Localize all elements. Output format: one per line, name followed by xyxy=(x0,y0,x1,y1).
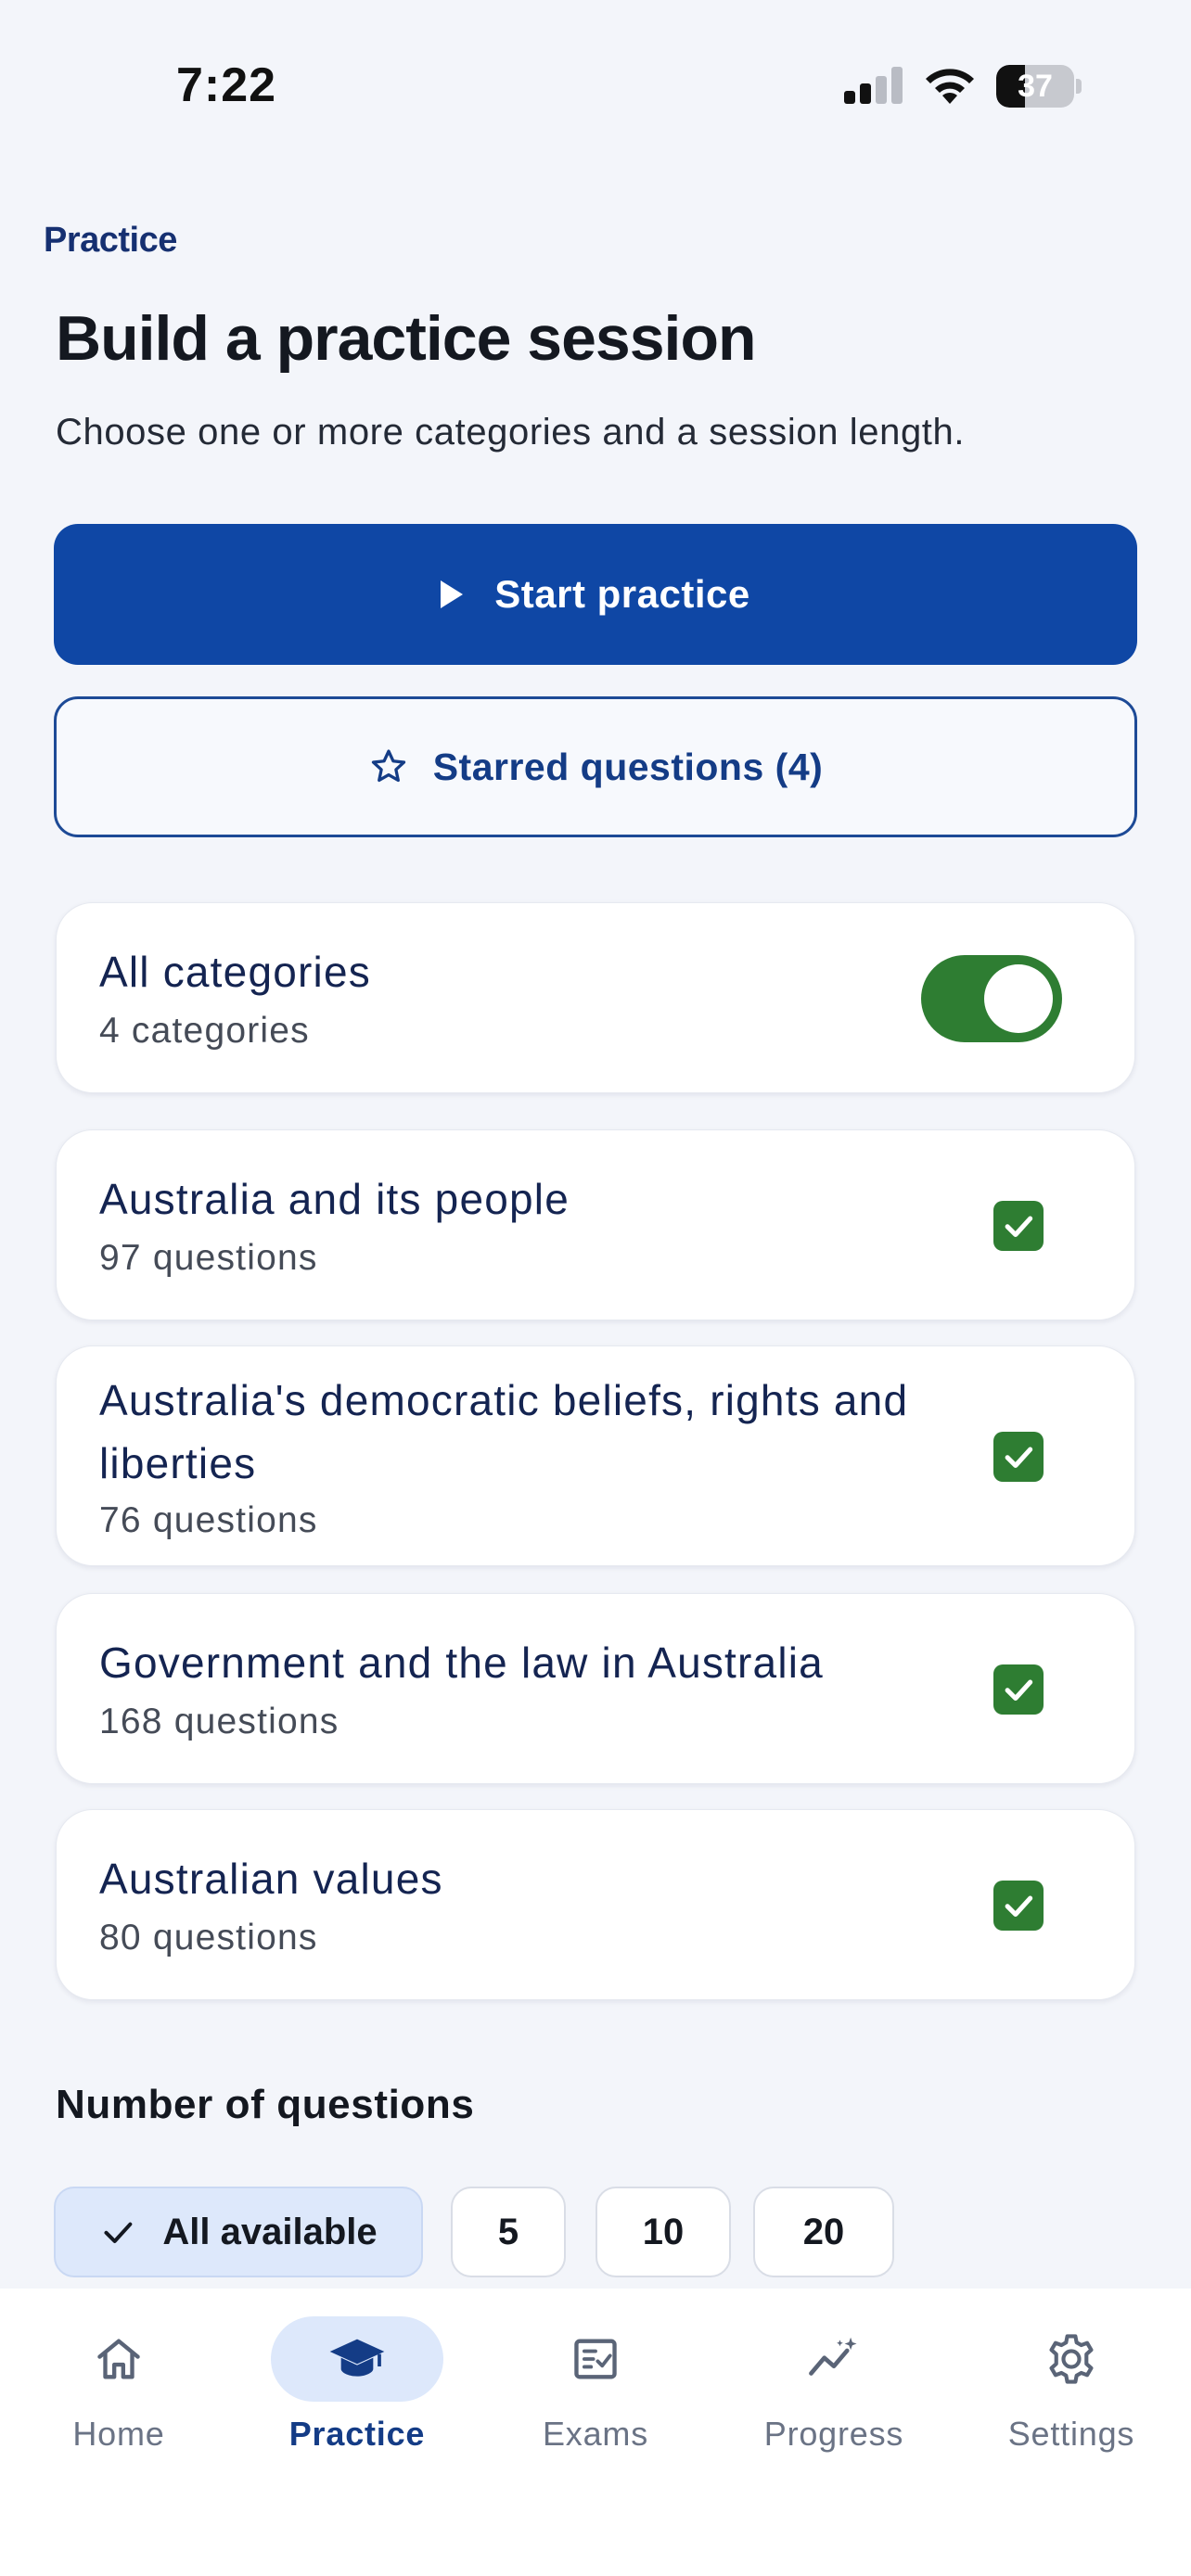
status-time: 7:22 xyxy=(176,58,277,112)
chip-20[interactable]: 20 xyxy=(753,2187,894,2277)
category-question-count: 80 questions xyxy=(99,1918,318,1958)
battery-icon: 37 xyxy=(996,65,1082,108)
status-bar: 7:22 37 xyxy=(0,0,1191,167)
category-checkbox[interactable] xyxy=(993,1881,1044,1931)
category-checkbox[interactable] xyxy=(993,1432,1044,1482)
chip-5[interactable]: 5 xyxy=(451,2187,566,2277)
tab-practice[interactable]: Practice xyxy=(238,2289,476,2474)
category-question-count: 97 questions xyxy=(99,1238,318,1278)
progress-chart-icon xyxy=(809,2337,857,2376)
section-eyebrow: Practice xyxy=(44,221,177,260)
chip-label: 5 xyxy=(497,2211,519,2252)
battery-level: 37 xyxy=(1018,69,1053,104)
category-title: Australian values xyxy=(99,1855,443,1903)
chip-label: 20 xyxy=(802,2211,845,2252)
starred-questions-label: Starred questions (4) xyxy=(432,745,824,788)
category-checkbox[interactable] xyxy=(993,1201,1044,1251)
category-question-count: 168 questions xyxy=(99,1702,339,1741)
category-title: Government and the law in Australia xyxy=(99,1639,824,1687)
all-categories-toggle[interactable] xyxy=(921,955,1062,1042)
all-categories-card[interactable]: All categories 4 categories xyxy=(56,902,1135,1093)
chip-label: 10 xyxy=(642,2211,685,2252)
graduation-cap-icon xyxy=(329,2339,385,2377)
category-title: Australia and its people xyxy=(99,1175,570,1223)
chip-10[interactable]: 10 xyxy=(596,2187,731,2277)
gear-icon xyxy=(1049,2334,1094,2384)
all-categories-title: All categories xyxy=(99,948,371,996)
tab-label: Practice xyxy=(288,2415,426,2453)
category-card[interactable]: Australian values 80 questions xyxy=(56,1809,1135,2000)
check-icon xyxy=(1005,1895,1033,1918)
check-icon xyxy=(1005,1447,1033,1469)
all-categories-count: 4 categories xyxy=(99,1011,310,1051)
category-card[interactable]: Government and the law in Australia 168 … xyxy=(56,1593,1135,1784)
number-of-questions-label: Number of questions xyxy=(56,2082,475,2127)
tab-home[interactable]: Home xyxy=(0,2289,237,2474)
page-title: Build a practice session xyxy=(56,303,757,374)
check-icon xyxy=(1005,1216,1033,1238)
play-icon xyxy=(441,580,464,608)
chip-label: All available xyxy=(162,2211,378,2252)
page-subtitle: Choose one or more categories and a sess… xyxy=(56,412,966,453)
check-icon xyxy=(104,2222,133,2243)
chip-all-available[interactable]: All available xyxy=(54,2187,423,2277)
start-practice-label: Start practice xyxy=(494,572,750,616)
wifi-icon xyxy=(926,69,974,104)
tab-label: Settings xyxy=(1007,2415,1135,2453)
cellular-signal-icon xyxy=(844,67,903,104)
tab-label: Progress xyxy=(763,2415,904,2453)
bottom-tab-bar: Home Practice Exams Progress Settings xyxy=(0,2289,1191,2576)
category-question-count: 76 questions xyxy=(99,1500,318,1540)
tab-settings[interactable]: Settings xyxy=(953,2289,1190,2474)
category-checkbox[interactable] xyxy=(993,1664,1044,1715)
exam-checklist-icon xyxy=(574,2339,617,2379)
start-practice-button[interactable]: Start practice xyxy=(54,524,1137,665)
starred-questions-button[interactable]: Starred questions (4) xyxy=(54,696,1137,837)
tab-label: Home xyxy=(72,2415,165,2453)
tab-exams[interactable]: Exams xyxy=(477,2289,714,2474)
check-icon xyxy=(1005,1679,1033,1702)
home-icon xyxy=(97,2339,140,2379)
category-card[interactable]: Australia's democratic beliefs, rights a… xyxy=(56,1345,1135,1566)
category-title: Australia's democratic beliefs, rights a… xyxy=(99,1376,909,1487)
tab-progress[interactable]: Progress xyxy=(715,2289,953,2474)
star-icon xyxy=(371,749,405,783)
tab-label: Exams xyxy=(542,2415,649,2453)
category-card[interactable]: Australia and its people 97 questions xyxy=(56,1129,1135,1320)
